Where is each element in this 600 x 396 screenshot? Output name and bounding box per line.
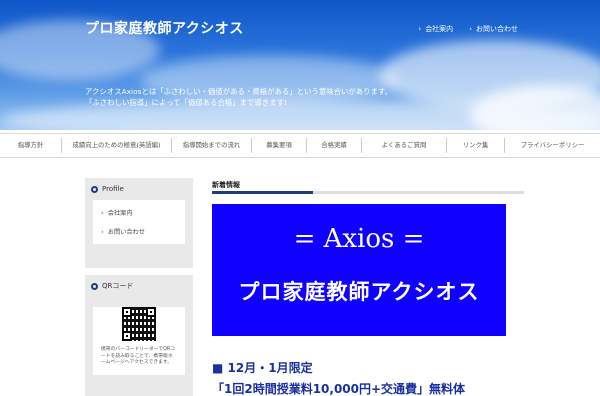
nav-item-faq[interactable]: よくあるご質問 bbox=[362, 138, 447, 153]
promo-text: 「1回2時間授業料10,000円+交通費」無料体 bbox=[212, 382, 466, 396]
nav-item-links[interactable]: リンク集 bbox=[447, 138, 505, 153]
nav-item-privacy[interactable]: プライバシーポリシー bbox=[505, 138, 600, 153]
circle-bullet-icon bbox=[91, 282, 98, 290]
sidebar-link-label: お問い合わせ bbox=[107, 229, 145, 236]
circle-bullet-icon bbox=[91, 185, 98, 193]
chevron-right-icon: › bbox=[101, 227, 104, 236]
top-link-label: お問い合わせ bbox=[476, 25, 518, 33]
main-nav: 指導方針 成績向上のための極意(英語編) 指導開始までの流れ 募集要項 合格実績… bbox=[0, 133, 600, 158]
top-link-company[interactable]: › 会社案内 bbox=[418, 24, 453, 34]
nav-item-flow[interactable]: 指導開始までの流れ bbox=[172, 138, 252, 153]
tagline-line: 「ふさわしい指導」によって「価値ある合格」まで導きます! bbox=[85, 98, 287, 107]
chevron-right-icon: › bbox=[418, 25, 422, 33]
qr-code-image bbox=[122, 307, 156, 341]
sidebar-link-company[interactable]: › 会社案内 bbox=[93, 203, 185, 222]
sidebar-link-label: 会社案内 bbox=[107, 210, 133, 217]
qr-content: 携帯のバーコードリーダーでQRコードを読み取ることで、携帯版ホームページへアクセ… bbox=[93, 307, 185, 375]
banner-title: = Axios = bbox=[293, 224, 425, 254]
top-link-label: 会社案内 bbox=[425, 25, 454, 33]
nav-item-recruit[interactable]: 募集要項 bbox=[252, 138, 307, 153]
news-heading: 新着情報 bbox=[212, 181, 240, 189]
profile-links: › 会社案内 › お問い合わせ bbox=[93, 200, 185, 244]
top-links: › 会社案内 › お問い合わせ bbox=[418, 24, 518, 34]
sidebar-link-contact[interactable]: › お問い合わせ bbox=[93, 222, 185, 241]
axios-banner[interactable]: = Axios = プロ家庭教師アクシオス bbox=[212, 204, 506, 336]
chevron-right-icon: › bbox=[469, 25, 472, 33]
tagline: アクシオスAxiosとは「ふさわしい・価値がある・資格がある」という意味合いがあ… bbox=[85, 86, 392, 108]
nav-item-policy[interactable]: 指導方針 bbox=[0, 138, 62, 153]
site-title[interactable]: プロ家庭教師アクシオス bbox=[85, 18, 244, 38]
profile-title: Profile bbox=[102, 185, 124, 193]
profile-header: Profile bbox=[85, 178, 193, 200]
qr-description: 携帯のバーコードリーダーでQRコードを読み取ることで、携帯版ホームページへアクセ… bbox=[101, 347, 175, 365]
news-divider-accent bbox=[212, 191, 313, 194]
promo-heading: ■ 12月・1月限定 bbox=[212, 361, 313, 375]
qr-title: QRコード bbox=[102, 282, 134, 290]
banner-subtitle: プロ家庭教師アクシオス bbox=[238, 280, 480, 304]
header-hero: プロ家庭教師アクシオス › 会社案内 › お問い合わせ アクシオスAxiosとは… bbox=[0, 0, 600, 130]
qr-box: QRコード 携帯のバーコードリーダーでQRコードを読み取ることで、携帯版ホームペ… bbox=[85, 275, 193, 396]
chevron-right-icon: › bbox=[101, 208, 104, 217]
tagline-line: アクシオスAxiosとは「ふさわしい・価値がある・資格がある」という意味合いがあ… bbox=[85, 87, 392, 96]
nav-item-secrets[interactable]: 成績向上のための極意(英語編) bbox=[62, 138, 172, 153]
nav-item-results[interactable]: 合格実績 bbox=[307, 138, 362, 153]
profile-box: Profile › 会社案内 › お問い合わせ bbox=[85, 178, 193, 268]
top-link-contact[interactable]: › お問い合わせ bbox=[469, 24, 518, 34]
qr-header: QRコード bbox=[85, 275, 193, 297]
